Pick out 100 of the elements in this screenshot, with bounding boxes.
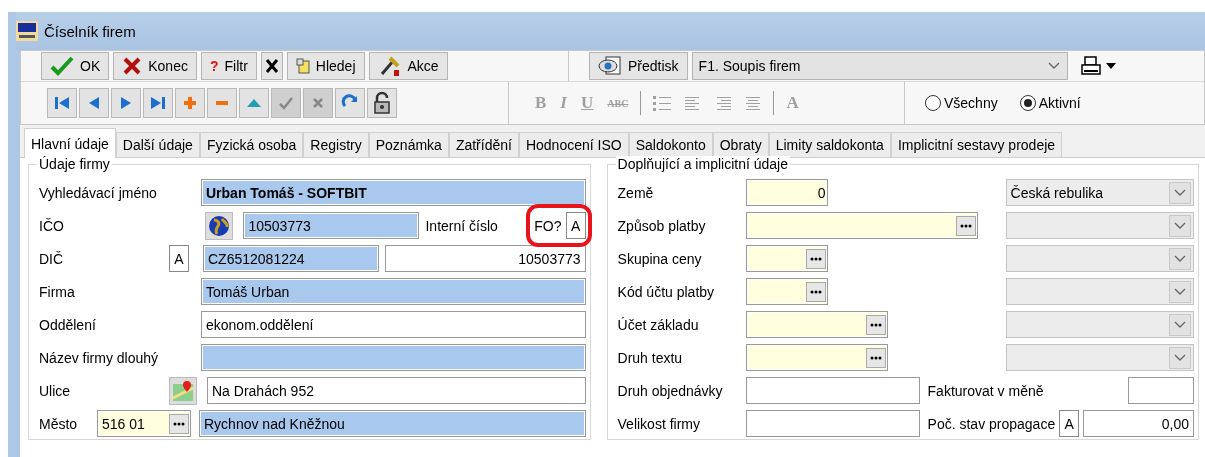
prev-button[interactable] (79, 88, 109, 118)
field-label: Název firmy dlouhý (39, 349, 160, 366)
tab[interactable]: Implicitní sestavy prodeje (890, 132, 1063, 158)
field-label: Ulice (39, 382, 72, 399)
up-button[interactable] (239, 88, 269, 118)
ellipsis-icon (809, 256, 822, 261)
text-field[interactable]: Na Drahách 952 (207, 377, 586, 404)
dropdown[interactable] (1005, 344, 1194, 371)
dropdown[interactable] (1005, 311, 1194, 338)
close-button[interactable]: Konec (113, 52, 197, 80)
lookup-button[interactable] (865, 347, 886, 368)
field-label: Velikost firmy (617, 415, 701, 432)
last-record-icon (150, 96, 166, 110)
report-dropdown[interactable]: F1. Soupis firem (691, 52, 1068, 80)
tab[interactable]: Další údaje (115, 132, 200, 158)
field-label: Skupina ceny (617, 250, 703, 267)
text-field[interactable]: 10503773 (385, 245, 586, 272)
filter-radio[interactable]: Aktivní (1019, 95, 1081, 111)
flag-field[interactable]: A (169, 245, 189, 272)
tab[interactable]: Limity saldokonta (768, 132, 891, 158)
globe-icon (208, 214, 231, 237)
chevron-down-icon (1173, 220, 1187, 231)
chevron-down-icon (1047, 61, 1061, 71)
window-title: Číselník firem (44, 22, 136, 40)
dropdown[interactable] (1005, 278, 1194, 305)
text-field[interactable]: CZ6512081224 (203, 245, 379, 272)
chevron-down-icon (1173, 352, 1187, 363)
code-field[interactable] (745, 245, 828, 272)
last-button[interactable] (143, 88, 173, 118)
chevron-down-icon (1173, 253, 1187, 264)
group-title: Doplňující a implicitní údaje (615, 156, 790, 172)
next-button[interactable] (111, 88, 141, 118)
lookup-button[interactable] (805, 281, 826, 302)
delete-button[interactable] (207, 88, 237, 118)
text-field[interactable] (1127, 377, 1194, 404)
chevron-down-icon (1173, 187, 1187, 198)
number-field[interactable]: 0,00 (1083, 410, 1194, 437)
filter-radio[interactable]: Všechny (925, 95, 998, 111)
tab[interactable]: Hodnocení ISO (518, 132, 629, 158)
preview-button[interactable]: Předtisk (589, 52, 688, 80)
search-button[interactable]: Hledej (286, 52, 365, 80)
text-field[interactable] (745, 410, 920, 437)
actions-button[interactable]: Akce (368, 52, 448, 80)
filter-button[interactable]: ? Filtr (200, 52, 257, 80)
first-button[interactable] (47, 88, 77, 118)
tab[interactable]: Fyzická osoba (199, 132, 304, 158)
first-record-icon (54, 96, 70, 110)
checkmark-icon (278, 96, 294, 110)
dropdown[interactable] (1005, 212, 1194, 239)
previous-icon (88, 96, 100, 110)
dropdown[interactable]: Česká rebulika (1005, 179, 1194, 206)
dropdown[interactable] (1005, 245, 1194, 272)
text-field[interactable]: Urban Tomáš - SOFTBIT (201, 179, 586, 206)
map-button[interactable] (169, 376, 197, 405)
text-field[interactable] (201, 344, 586, 371)
dropdown-caret-icon[interactable] (1106, 63, 1116, 69)
ok-button[interactable]: OK (41, 52, 110, 80)
code-field[interactable] (745, 344, 888, 371)
ellipsis-icon (869, 355, 882, 360)
flag-field[interactable]: A (565, 212, 586, 239)
field-label: Poč. stav propagace (927, 415, 1056, 432)
question-mark-icon: ? (209, 58, 219, 74)
zip-field[interactable]: 516 01 (97, 410, 191, 437)
field-label: Oddělení (39, 316, 97, 333)
plus-icon (183, 96, 197, 110)
tab[interactable]: Saldokonto (628, 132, 713, 158)
text-field[interactable]: 10503773 (243, 212, 420, 239)
tab[interactable]: Zatřídění (448, 132, 519, 158)
text-field[interactable]: Tomáš Urban (201, 278, 586, 305)
ellipsis-icon (869, 322, 882, 327)
lookup-button[interactable] (865, 314, 886, 335)
text-field[interactable]: Rychnov nad Kněžnou (199, 410, 586, 437)
lookup-button[interactable] (169, 413, 189, 434)
field-label: Účet základu (617, 316, 700, 333)
map-pin-icon (172, 379, 194, 402)
field-label: Fakturovat v měně (927, 382, 1045, 399)
code-field[interactable] (745, 311, 888, 338)
field-label: Interní číslo (425, 217, 498, 234)
field-label: Druh objednávky (617, 382, 724, 399)
lookup-button[interactable] (805, 248, 826, 269)
flag-field[interactable]: A (1059, 410, 1080, 437)
code-field[interactable] (745, 278, 828, 305)
lookup-button[interactable] (955, 215, 976, 236)
printer-icon[interactable] (1080, 55, 1102, 77)
tab[interactable]: Poznámka (368, 132, 449, 158)
tab[interactable]: Registry (303, 132, 369, 158)
add-button[interactable] (175, 88, 205, 118)
radio-dot-icon (1023, 99, 1032, 107)
chevron-down-icon (1173, 286, 1187, 297)
field-label: IČO (39, 217, 65, 234)
refresh-button[interactable] (335, 88, 365, 118)
text-field[interactable] (745, 377, 920, 404)
lock-button[interactable] (367, 88, 397, 118)
clear-filter-button[interactable] (260, 52, 283, 80)
globe-button[interactable] (205, 211, 234, 240)
code-field[interactable] (745, 212, 978, 239)
code-field[interactable]: 0 (745, 179, 828, 206)
text-field[interactable]: ekonom.oddělení (201, 311, 586, 338)
ellipsis-icon (809, 289, 822, 294)
next-icon (120, 96, 132, 110)
